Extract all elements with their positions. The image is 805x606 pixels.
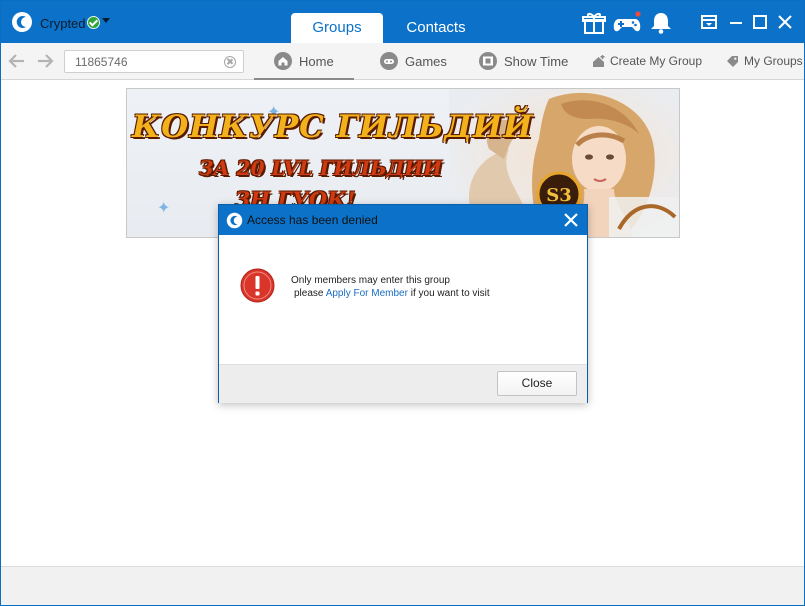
- dialog-footer: Close: [219, 364, 587, 403]
- sparkle-decoration: ✦: [157, 200, 171, 217]
- gamepad-icon: [380, 52, 398, 70]
- status-dropdown-caret-icon[interactable]: [102, 18, 110, 23]
- banner-subline: ЗА 20 LVL ГИЛЬДИИ: [199, 156, 443, 180]
- status-bar: [1, 566, 804, 605]
- dialog-message-line-1: Only members may enter this group: [291, 275, 450, 286]
- nav-tab-games[interactable]: Games: [380, 43, 447, 79]
- dialog-title-bar[interactable]: Access has been denied: [219, 205, 587, 235]
- gift-icon[interactable]: [581, 11, 607, 35]
- dialog-body: Only members may enter this group please…: [219, 235, 587, 364]
- access-denied-dialog: Access has been denied Only members may …: [218, 204, 588, 403]
- online-check-icon[interactable]: [87, 16, 100, 29]
- minimize-icon[interactable]: [727, 13, 745, 31]
- film-icon: [479, 52, 497, 70]
- dialog-message-line-2: please Apply For Member if you want to v…: [294, 288, 490, 299]
- close-icon[interactable]: [563, 212, 579, 228]
- tag-icon: [727, 55, 738, 67]
- nav-tab-show-time[interactable]: Show Time: [479, 43, 568, 79]
- nav-tab-home[interactable]: Home: [254, 43, 354, 80]
- nav-tab-label: Show Time: [504, 53, 569, 69]
- dialog-title: Access has been denied: [247, 213, 378, 227]
- gamepad-icon[interactable]: [613, 11, 643, 35]
- nav-tab-my-groups[interactable]: My Groups: [726, 43, 803, 79]
- apply-for-member-link[interactable]: Apply For Member: [326, 288, 408, 299]
- svg-text:S3: S3: [546, 185, 572, 206]
- nav-tab-label: Create My Group: [610, 54, 703, 68]
- app-logo-icon: [226, 212, 243, 229]
- address-value[interactable]: 11865746: [75, 55, 128, 69]
- app-window: Crypted Groups Contacts 11865746 Home Ga…: [0, 0, 805, 606]
- tab-contacts[interactable]: Contacts: [390, 13, 482, 43]
- close-icon[interactable]: [776, 13, 794, 31]
- address-input[interactable]: 11865746: [64, 50, 244, 73]
- nav-tab-label: My Groups: [744, 54, 803, 68]
- back-arrow-icon[interactable]: [8, 53, 26, 69]
- skin-icon[interactable]: [700, 13, 718, 31]
- app-logo-icon[interactable]: [11, 11, 33, 33]
- create-group-icon: [593, 54, 605, 67]
- nav-tab-create-my-group[interactable]: Create My Group: [592, 43, 702, 79]
- close-button[interactable]: Close: [497, 371, 577, 396]
- maximize-icon[interactable]: [751, 13, 769, 31]
- clear-input-icon[interactable]: [224, 56, 236, 68]
- bell-icon[interactable]: [648, 11, 674, 35]
- tab-groups[interactable]: Groups: [291, 13, 383, 43]
- title-bar: Crypted Groups Contacts: [1, 1, 804, 43]
- forward-arrow-icon[interactable]: [36, 53, 54, 69]
- home-icon: [274, 52, 292, 70]
- banner-headline: КОНКУРС ГИЛЬДИЙ: [132, 109, 534, 145]
- nav-tab-label: Home: [299, 53, 334, 69]
- message-suffix: if you want to visit: [407, 288, 490, 299]
- error-icon: [240, 268, 275, 303]
- username-label[interactable]: Crypted: [40, 16, 86, 31]
- message-prefix: please: [294, 288, 326, 299]
- nav-bar: 11865746 Home Games Show Time Create My …: [1, 43, 804, 80]
- nav-tab-label: Games: [405, 53, 447, 69]
